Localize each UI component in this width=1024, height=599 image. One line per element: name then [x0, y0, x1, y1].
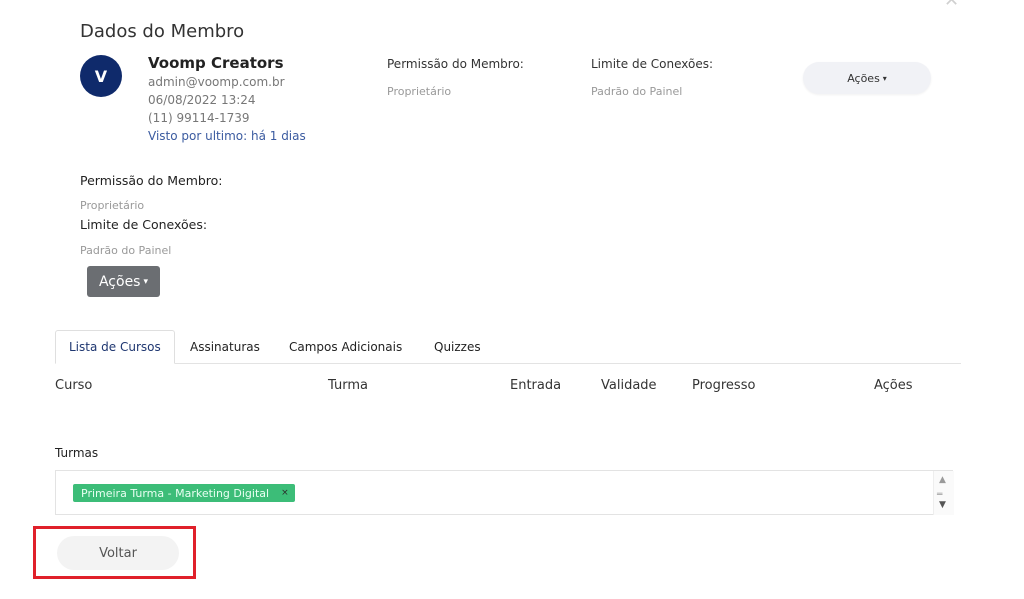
tab-bar: Lista de Cursos Assinaturas Campos Adici…: [55, 330, 961, 364]
tab-lista-de-cursos[interactable]: Lista de Cursos: [55, 330, 175, 364]
column-header-curso: Curso: [55, 378, 93, 393]
scroll-thumb-icon[interactable]: ═: [937, 490, 942, 500]
selected-turma-label: Primeira Turma - Marketing Digital: [81, 486, 270, 500]
turmas-multiselect[interactable]: Primeira Turma - Marketing Digital ×: [55, 470, 953, 515]
highlight-box: [33, 526, 196, 579]
member-email: admin@voomp.com.br: [148, 75, 285, 89]
remove-tag-icon[interactable]: ×: [281, 488, 289, 498]
caret-down-icon: ▾: [143, 276, 149, 287]
column-header-validade: Validade: [601, 378, 657, 393]
details-limit-value: Padrão do Painel: [80, 244, 172, 257]
turmas-label: Turmas: [55, 446, 99, 460]
selected-turma-tag: Primeira Turma - Marketing Digital ×: [73, 484, 295, 502]
header-permission-label: Permissão do Membro:: [387, 57, 524, 71]
member-phone: (11) 99114-1739: [148, 111, 250, 125]
details-actions-button[interactable]: Ações ▾: [87, 266, 160, 297]
tab-assinaturas[interactable]: Assinaturas: [177, 330, 273, 363]
header-limit-value: Padrão do Painel: [591, 85, 683, 98]
details-limit-label: Limite de Conexões:: [80, 217, 208, 232]
tab-quizzes[interactable]: Quizzes: [421, 330, 494, 363]
details-actions-label: Ações: [98, 273, 141, 290]
header-permission-value: Proprietário: [387, 85, 452, 98]
column-header-progresso: Progresso: [692, 378, 756, 393]
multiselect-scrollbar[interactable]: ▲ ═ ▼: [933, 471, 954, 515]
column-header-turma: Turma: [328, 378, 368, 393]
avatar-letter: V: [94, 66, 108, 86]
header-limit-label: Limite de Conexões:: [591, 57, 714, 71]
column-header-entrada: Entrada: [510, 378, 562, 393]
member-name: Voomp Creators: [148, 54, 284, 72]
scroll-down-icon[interactable]: ▼: [939, 500, 946, 510]
details-permission-label: Permissão do Membro:: [80, 173, 223, 188]
modal-title: Dados do Membro: [80, 21, 245, 42]
column-header-acoes: Ações: [874, 378, 913, 393]
scroll-up-icon[interactable]: ▲: [939, 475, 946, 485]
caret-down-icon: ▾: [882, 73, 887, 83]
last-seen: Visto por ultimo: há 1 dias: [148, 129, 306, 143]
member-date: 06/08/2022 13:24: [148, 93, 256, 107]
avatar: V: [80, 55, 122, 97]
tab-campos-adicionais[interactable]: Campos Adicionais: [276, 330, 415, 363]
details-permission-value: Proprietário: [80, 199, 145, 212]
header-actions-button[interactable]: Ações ▾: [803, 62, 931, 94]
header-actions-label: Ações: [847, 71, 880, 85]
close-icon[interactable]: ✕: [944, 0, 959, 11]
